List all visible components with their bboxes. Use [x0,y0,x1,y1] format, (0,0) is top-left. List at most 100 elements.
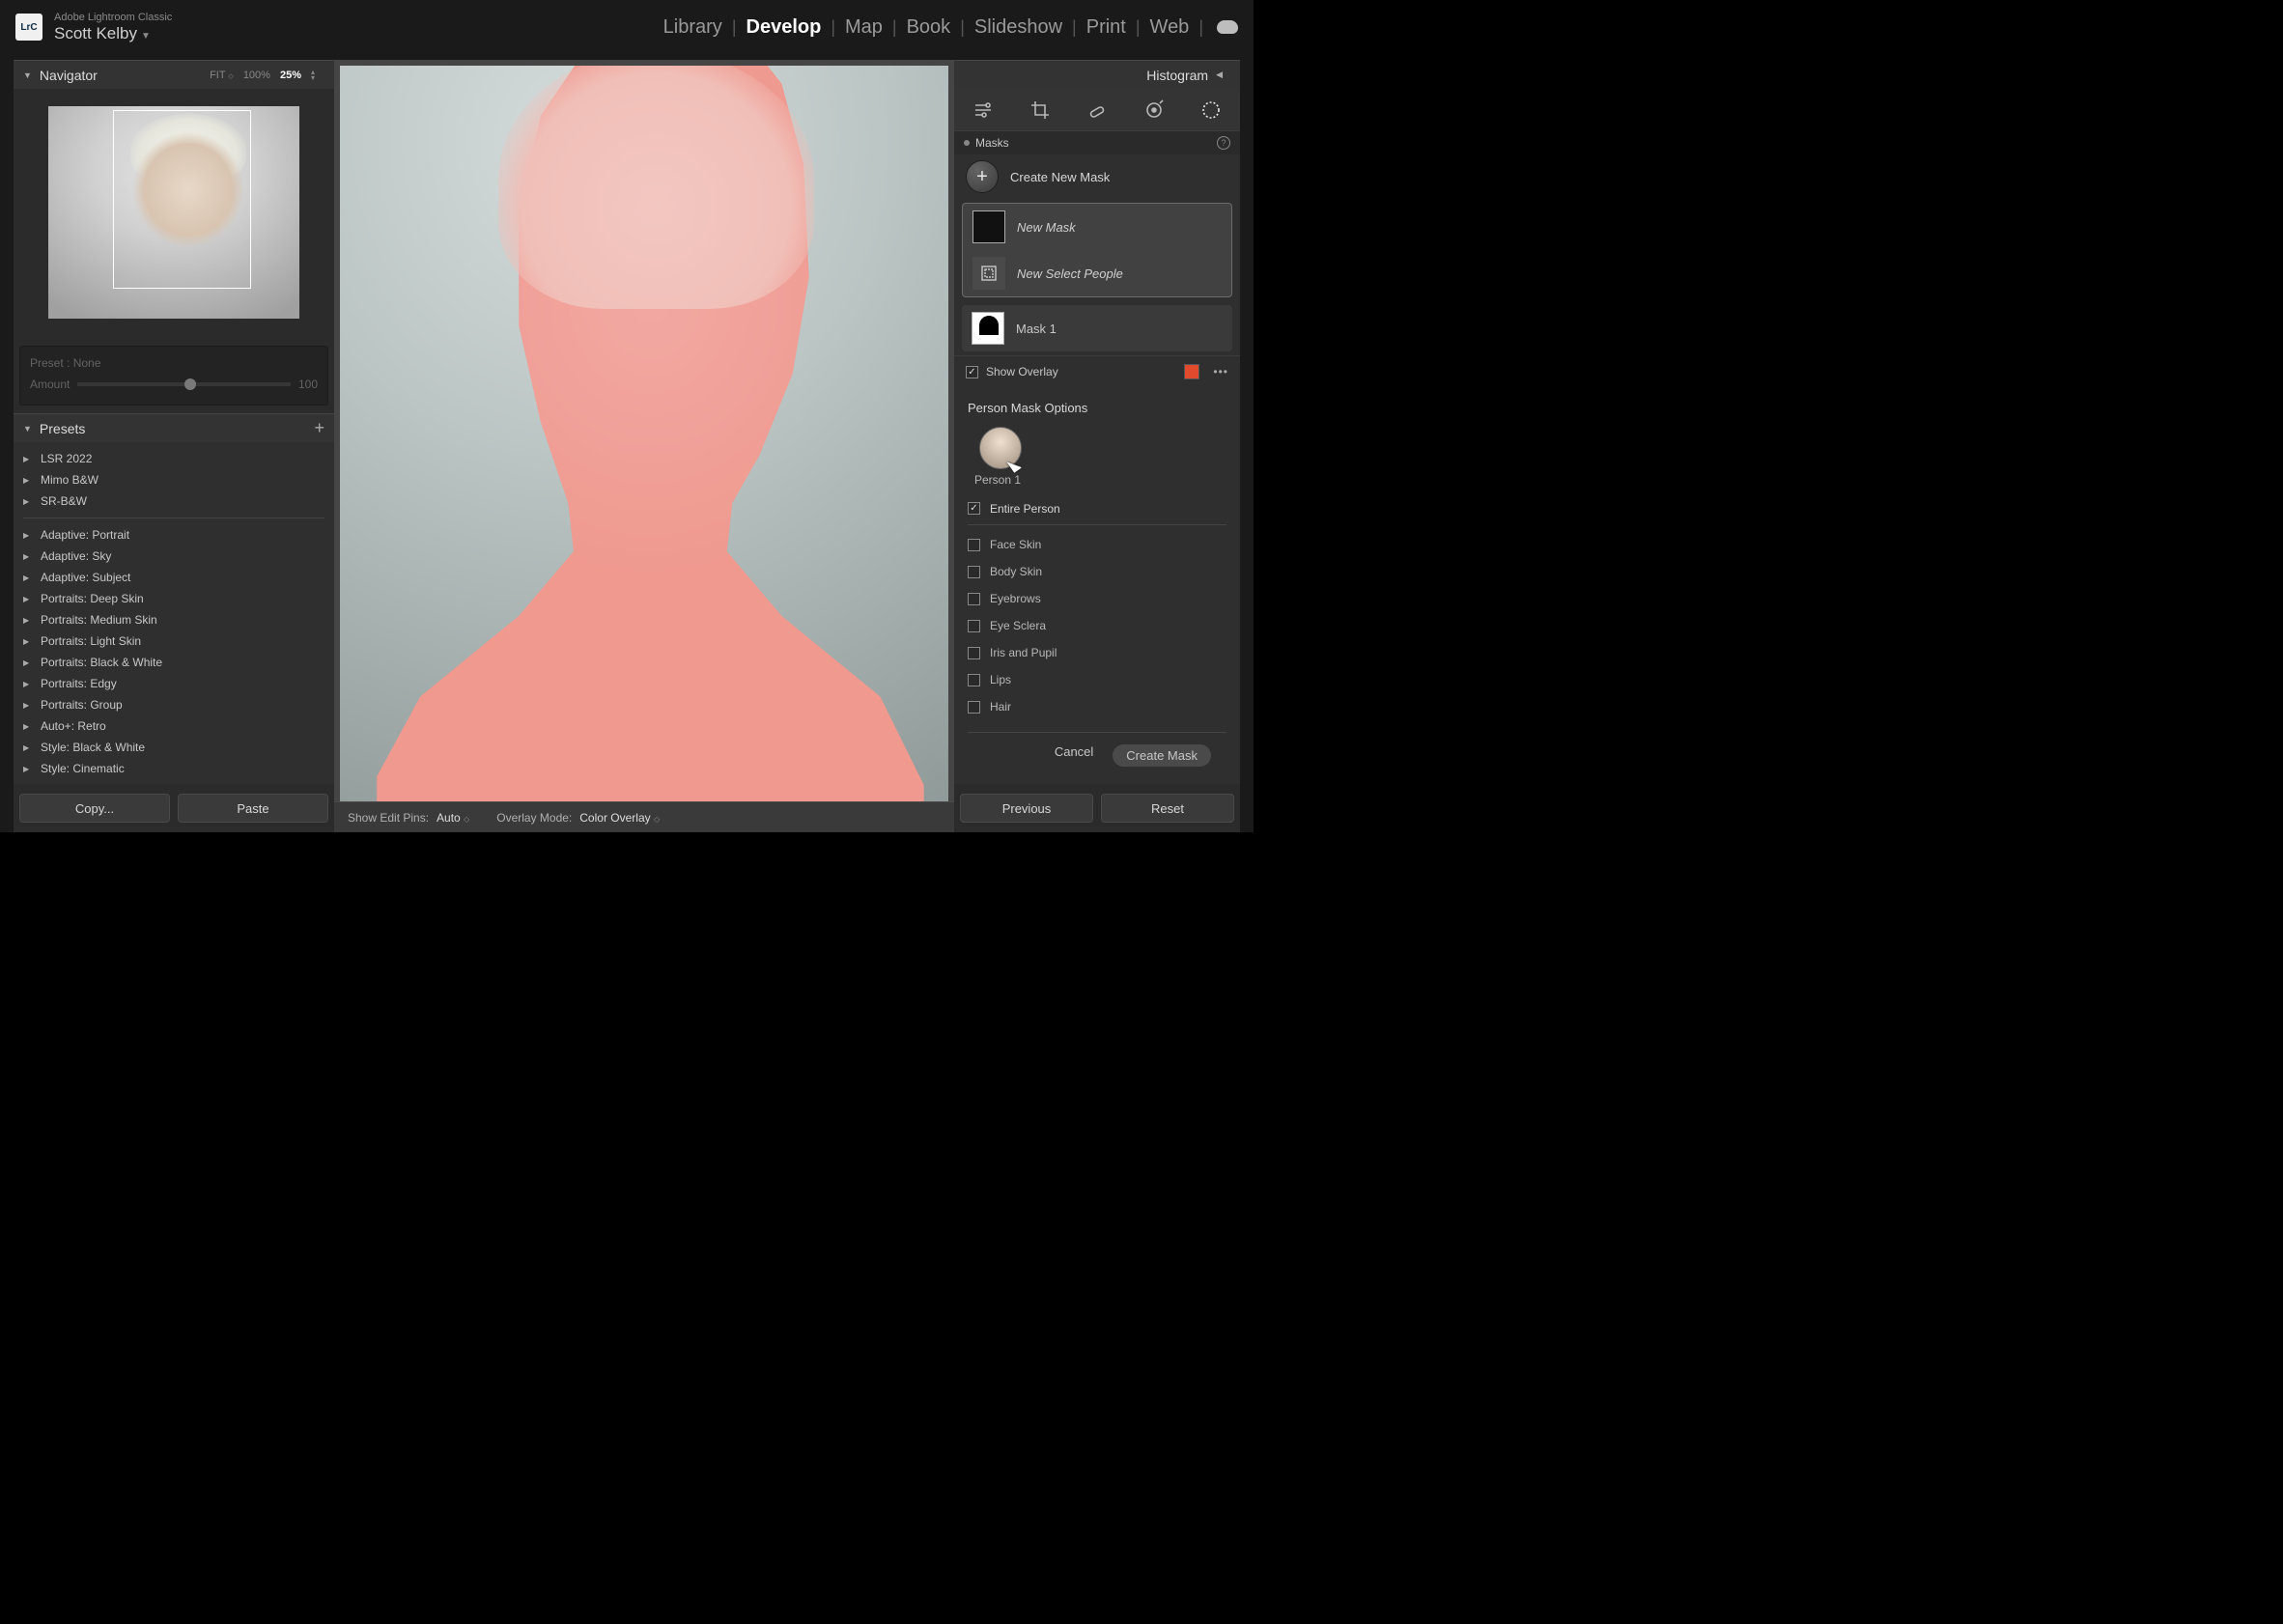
triangle-right-icon: ▶ [23,701,31,710]
masks-panel-header[interactable]: Masks ? [954,131,1240,154]
triangle-right-icon: ▶ [23,552,31,561]
presets-list: ▶LSR 2022▶Mimo B&W▶SR-B&W▶Adaptive: Port… [14,442,334,784]
preset-label: Portraits: Deep Skin [41,592,144,605]
copy-button[interactable]: Copy... [19,794,170,823]
masks-label: Masks [975,136,1009,150]
module-book[interactable]: Book [907,16,951,39]
option-row[interactable]: Body Skin [968,558,1226,585]
person-mask-options-title: Person Mask Options [954,387,1240,423]
create-new-mask-button[interactable]: + Create New Mask [954,154,1240,199]
preset-item[interactable]: ▶Adaptive: Portrait [23,524,334,546]
preset-item[interactable]: ▶Portraits: Group [23,694,334,715]
histogram-header[interactable]: Histogram ◀ [954,60,1240,89]
checkbox-checked[interactable]: ✓ [968,502,980,515]
mask-group-new[interactable]: New Mask New Select People [962,203,1232,297]
zoom-100[interactable]: 100% [243,70,270,81]
navigator-thumbnail[interactable] [48,106,299,319]
overlay-mode-value[interactable]: Color Overlay ◇ [579,811,660,825]
mask-group-1[interactable]: Mask 1 [962,305,1232,351]
zoom-fit[interactable]: FIT ◇ [210,70,234,81]
mask-thumb-person [972,312,1004,345]
preset-item[interactable]: ▶ Style: Cinematic [23,758,334,779]
crop-icon[interactable] [1029,99,1051,121]
triangle-left-icon: ◀ [1216,70,1223,80]
cursor-icon [1006,454,1025,472]
create-mask-button[interactable]: Create Mask [1113,744,1211,767]
preset-label: Auto+: Retro [41,719,106,733]
module-map[interactable]: Map [845,16,883,39]
triangle-right-icon: ▶ [23,765,31,773]
option-row[interactable]: Eyebrows [968,585,1226,612]
module-library[interactable]: Library [663,16,722,39]
identity-plate[interactable]: Adobe Lightroom Classic Scott Kelby▼ [54,12,172,42]
module-web[interactable]: Web [1150,16,1190,39]
preset-label: LSR 2022 [41,452,92,465]
preset-item[interactable]: ▶Portraits: Edgy [23,673,334,694]
redeye-icon[interactable] [1143,99,1165,121]
overlay-color-swatch[interactable] [1184,364,1199,379]
navigator-header[interactable]: ▼ Navigator FIT ◇ 100% 25% ▴▾ [14,60,334,89]
presets-header[interactable]: ▼ Presets + [14,413,334,442]
chevron-down-icon: ▼ [141,31,151,42]
triangle-right-icon: ▶ [23,497,31,506]
paste-button[interactable]: Paste [178,794,328,823]
preset-item[interactable]: ▶Style: Black & White [23,737,334,758]
cancel-button[interactable]: Cancel [1055,744,1093,767]
add-preset-button[interactable]: + [314,418,324,438]
preset-item[interactable]: ▶Auto+: Retro [23,715,334,737]
zoom-stepper[interactable]: ▴▾ [311,70,315,81]
zoom-25[interactable]: 25% [280,70,301,81]
person-1-thumb[interactable] [979,427,1022,469]
preset-item[interactable]: ▶Portraits: Deep Skin [23,588,334,609]
option-entire-person[interactable]: ✓ Entire Person [968,498,1226,525]
module-slideshow[interactable]: Slideshow [974,16,1062,39]
mask-thumb [972,210,1005,243]
reset-button[interactable]: Reset [1101,794,1234,823]
option-row[interactable]: Eye Sclera [968,612,1226,639]
amount-slider[interactable] [77,382,291,386]
preset-item[interactable]: ▶Portraits: Black & White [23,652,334,673]
checkbox[interactable] [968,701,980,714]
preset-item[interactable]: ▶Portraits: Medium Skin [23,609,334,630]
presets-title: Presets [40,421,85,436]
histogram-title: Histogram [1146,68,1208,83]
person-1-label: Person 1 [967,471,1021,496]
preset-item[interactable]: ▶LSR 2022 [23,448,334,469]
checkbox[interactable] [968,539,980,551]
help-icon[interactable]: ? [1217,136,1230,150]
toolbar-strip: Show Edit Pins: Auto ◇ Overlay Mode: Col… [334,801,954,832]
checkbox[interactable] [968,647,980,659]
heal-icon[interactable] [1086,99,1108,121]
preset-item[interactable]: ▶ Adaptive: Sky [23,546,334,567]
option-label: Face Skin [990,538,1041,551]
checkbox[interactable] [968,620,980,632]
navigator-view-frame[interactable] [113,110,251,289]
checkbox[interactable] [968,566,980,578]
preset-item[interactable]: ▶Portraits: Light Skin [23,630,334,652]
masking-icon[interactable] [1200,99,1222,121]
more-options-icon[interactable]: ••• [1213,365,1228,378]
preset-item[interactable]: ▶Adaptive: Subject [23,567,334,588]
module-develop[interactable]: Develop [747,16,822,39]
checkbox[interactable] [968,674,980,686]
preset-item[interactable]: ▶ SR-B&W [23,490,334,512]
cloud-sync-icon[interactable] [1217,20,1238,34]
show-overlay-checkbox[interactable]: ✓ [966,366,978,378]
triangle-down-icon: ▼ [23,70,32,80]
image-canvas[interactable] [340,66,948,826]
option-row[interactable]: Hair [968,693,1226,720]
preset-item[interactable]: ▶Mimo B&W [23,469,334,490]
option-row[interactable]: Lips [968,666,1226,693]
preset-label: Portraits: Black & White [41,656,162,669]
module-print[interactable]: Print [1086,16,1126,39]
option-row[interactable]: Face Skin [968,531,1226,558]
triangle-right-icon: ▶ [23,574,31,582]
edit-sliders-icon[interactable] [972,99,994,121]
preset-label: Style: Cinematic [41,762,125,775]
previous-button[interactable]: Previous [960,794,1093,823]
checkbox[interactable] [968,593,980,605]
preset-label: SR-B&W [41,494,87,508]
preset-label: Adaptive: Sky [41,549,111,563]
option-row[interactable]: Iris and Pupil [968,639,1226,666]
edit-pins-value[interactable]: Auto ◇ [437,811,469,825]
